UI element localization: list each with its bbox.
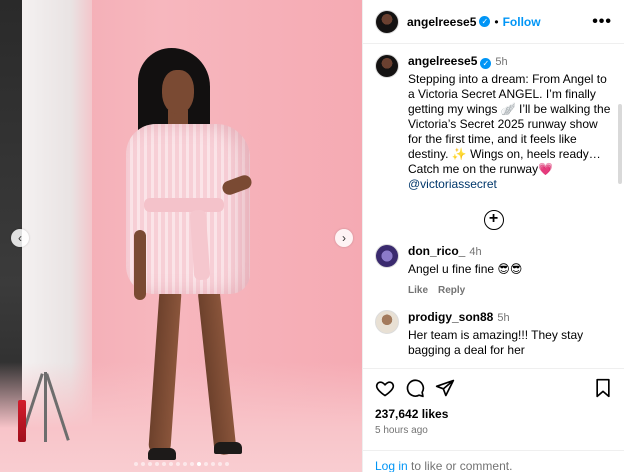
comment-username[interactable]: don_rico_: [408, 244, 465, 258]
share-icon[interactable]: [435, 378, 455, 401]
like-comment-button[interactable]: Like: [408, 283, 428, 298]
comment-time: 5h: [497, 312, 510, 324]
follow-button[interactable]: Follow: [503, 15, 541, 29]
login-link[interactable]: Log in: [375, 459, 408, 472]
carousel-dot[interactable]: [147, 462, 152, 466]
caption: angelreese5 ✓ 5h Stepping into a dream: Fr…: [375, 54, 612, 192]
carousel-dot[interactable]: [175, 462, 180, 466]
caption-username[interactable]: angelreese5: [408, 54, 477, 68]
previous-slide-button[interactable]: ‹: [11, 229, 29, 247]
carousel-dot[interactable]: [140, 462, 145, 466]
carousel-dot[interactable]: [182, 462, 187, 466]
carousel-dot[interactable]: [224, 462, 229, 466]
verified-badge-icon: ✓: [480, 58, 492, 69]
carousel-dot[interactable]: [196, 462, 201, 466]
carousel-dot[interactable]: [189, 462, 194, 466]
carousel-dot[interactable]: [203, 462, 208, 466]
heart-icon[interactable]: [375, 378, 395, 401]
carousel-indicator: [0, 462, 362, 466]
comment-item: don_rico_ 4h Angel u fine fine 😎😎 Like Re…: [375, 244, 612, 298]
comment-username[interactable]: prodigy_son88: [408, 310, 493, 324]
login-prompt: Log in to like or comment.: [363, 450, 624, 472]
comment-avatar[interactable]: [375, 310, 399, 334]
likes-count[interactable]: 237,642 likes: [375, 407, 612, 421]
carousel-dot[interactable]: [161, 462, 166, 466]
carousel-dot[interactable]: [210, 462, 215, 466]
instagram-post: ‹ › angelreese5 ✓ • Follow ••• angelrees…: [0, 0, 624, 472]
model-figure: [110, 40, 280, 470]
more-options-icon[interactable]: •••: [592, 13, 612, 31]
comment-avatar[interactable]: [375, 244, 399, 268]
chevron-left-icon: ‹: [18, 231, 22, 245]
post-media[interactable]: ‹ ›: [0, 0, 362, 472]
caption-text: Stepping into a dream: From Angel to a V…: [408, 72, 614, 176]
next-slide-button[interactable]: ›: [335, 229, 353, 247]
carousel-dot[interactable]: [154, 462, 159, 466]
bookmark-icon[interactable]: [594, 378, 612, 401]
verified-badge-icon: ✓: [479, 16, 491, 27]
post-actions: 237,642 likes 5 hours ago Log in to like…: [363, 368, 624, 472]
comments-section[interactable]: angelreese5 ✓ 5h Stepping into a dream: Fr…: [363, 44, 624, 368]
carousel-dot[interactable]: [133, 462, 138, 466]
plus-circle-icon[interactable]: +: [483, 210, 504, 230]
post-header: angelreese5 ✓ • Follow •••: [363, 0, 624, 44]
load-more-comments: +: [375, 210, 612, 230]
carousel-dot[interactable]: [168, 462, 173, 466]
chevron-right-icon: ›: [342, 231, 346, 245]
red-prop: [18, 400, 26, 442]
avatar[interactable]: [375, 9, 399, 34]
comment-time: 4h: [469, 246, 482, 258]
comment-item: prodigy_son88 5h Her team is amazing!!! T…: [375, 310, 612, 358]
login-suffix: to like or comment.: [407, 459, 513, 472]
mention-link[interactable]: @victoriassecret: [408, 177, 612, 192]
comment-text: Angel u fine fine 😎😎: [408, 262, 523, 276]
scrollbar[interactable]: [618, 104, 622, 184]
light-stand: [19, 352, 70, 442]
carousel-dot[interactable]: [217, 462, 222, 466]
header-username[interactable]: angelreese5: [407, 15, 476, 29]
post-time: 5 hours ago: [375, 425, 428, 436]
caption-avatar[interactable]: [375, 54, 399, 78]
caption-time: 5h: [495, 56, 508, 68]
post-sidebar: angelreese5 ✓ • Follow ••• angelreese5 ✓ 5…: [362, 0, 624, 472]
separator: •: [494, 14, 499, 29]
comment-icon[interactable]: [405, 378, 425, 401]
reply-button[interactable]: Reply: [438, 283, 465, 298]
comment-text: Her team is amazing!!! They stay bagging…: [408, 328, 587, 357]
